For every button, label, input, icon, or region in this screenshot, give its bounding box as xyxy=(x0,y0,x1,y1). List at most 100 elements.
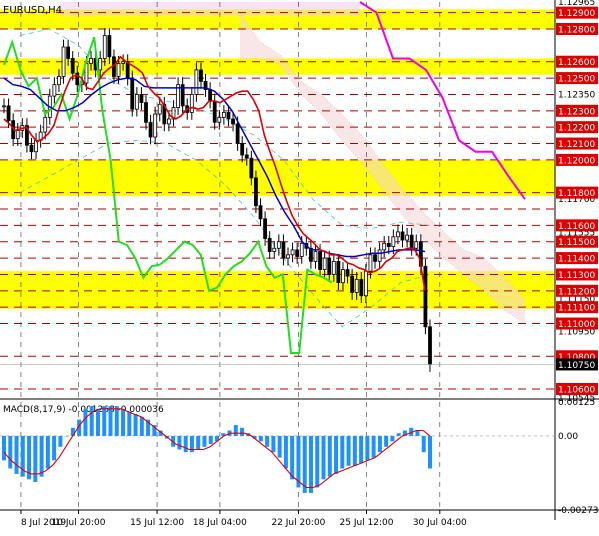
candle-body xyxy=(116,62,121,77)
macd-bar xyxy=(127,411,132,436)
candle-body xyxy=(409,234,414,249)
macd-bar xyxy=(346,435,351,466)
candle-body xyxy=(359,278,364,297)
candle-body xyxy=(15,130,20,140)
macd-bar xyxy=(334,435,339,474)
candle-body xyxy=(382,242,387,251)
macd-bar xyxy=(202,435,207,447)
candle-body xyxy=(286,254,290,259)
time-tick-label: 10 Jul 20:00 xyxy=(52,518,106,528)
candle-body xyxy=(276,241,281,249)
candle-body xyxy=(144,102,148,123)
macd-bar xyxy=(302,435,307,493)
candle-body xyxy=(98,58,103,71)
candle-body xyxy=(107,35,112,58)
price-level-label: 1.12000 xyxy=(558,156,595,166)
candle-body xyxy=(226,112,231,120)
time-tick-label: 18 Jul 04:00 xyxy=(193,518,247,528)
current-price-label: 1.10750 xyxy=(558,361,595,371)
macd-bar xyxy=(421,435,426,453)
candle-body xyxy=(52,84,57,97)
candle-body xyxy=(400,231,405,241)
candle-body xyxy=(341,269,345,284)
price-level-label: 1.11400 xyxy=(558,255,595,265)
candle-body xyxy=(396,231,400,238)
price-level-label: 1.11500 xyxy=(558,238,595,248)
candle-body xyxy=(6,105,11,122)
candle-body xyxy=(102,35,107,59)
candle-body xyxy=(299,242,304,257)
macd-bar xyxy=(277,435,282,458)
candle-body xyxy=(386,242,391,248)
macd-bar xyxy=(177,435,182,450)
macd-bar xyxy=(114,406,119,436)
candle-body xyxy=(363,270,368,297)
time-tick-label: 25 Jul 12:00 xyxy=(340,518,394,528)
time-tick-label: 15 Jul 12:00 xyxy=(130,518,184,528)
price-tick-label: 1.12350 xyxy=(558,90,595,100)
macd-bar xyxy=(89,406,94,436)
macd-bar xyxy=(233,425,238,436)
candle-body xyxy=(391,236,396,248)
price-level-label: 1.12200 xyxy=(558,124,595,134)
candle-body xyxy=(212,100,217,123)
macd-bar xyxy=(39,435,44,477)
candle-body xyxy=(327,257,332,275)
candle-body xyxy=(121,61,125,64)
macd-bar xyxy=(33,435,38,483)
candle-body xyxy=(134,94,139,110)
macd-tick-label: 0.00 xyxy=(558,432,578,442)
macd-bar xyxy=(258,435,263,442)
candle-body xyxy=(244,154,249,159)
macd-bar xyxy=(321,435,326,480)
candle-body xyxy=(290,249,295,256)
macd-bar xyxy=(283,435,288,469)
macd-bar xyxy=(58,435,63,447)
macd-bar xyxy=(308,435,313,493)
candle-body xyxy=(217,116,222,123)
macd-bar xyxy=(352,435,357,466)
candle-body xyxy=(258,205,263,220)
candle-body xyxy=(153,113,158,138)
candle-body xyxy=(61,46,66,77)
macd-bar xyxy=(52,435,57,461)
candle-body xyxy=(66,46,71,59)
time-tick-label: 22 Jul 20:00 xyxy=(271,518,325,528)
macd-bar xyxy=(196,435,201,450)
macd-bar xyxy=(121,408,126,436)
candle-body xyxy=(189,94,194,113)
chart-root: 1.12965 1.12350 1.11760 1.11555 1.11150 1.109… xyxy=(0,0,599,532)
candle-body xyxy=(267,238,272,252)
price-level-label: 1.11800 xyxy=(558,189,595,199)
candle-body xyxy=(139,94,144,104)
candle-body xyxy=(405,234,409,241)
price-level-label: 1.12300 xyxy=(558,107,595,117)
macd-bar xyxy=(390,435,395,442)
price-level-label: 1.11600 xyxy=(558,222,595,232)
macd-bar xyxy=(271,435,276,453)
price-level-label: 1.12800 xyxy=(558,26,595,36)
chart-title: EURUSD,H4 xyxy=(3,5,62,16)
candle-body xyxy=(194,69,199,95)
candle-body xyxy=(235,123,240,144)
macd-bar xyxy=(83,408,88,436)
macd-tick-label: -0.00273 xyxy=(558,506,598,516)
support-band xyxy=(0,159,555,196)
candle-body xyxy=(331,260,336,275)
candle-body xyxy=(157,103,162,115)
candle-body xyxy=(2,105,6,108)
macd-bar xyxy=(2,435,6,461)
macd-bar xyxy=(64,435,69,437)
candle-body xyxy=(377,249,382,262)
candle-body xyxy=(167,118,171,125)
chart-svg: 1.129651.123501.117601.115551.111501.109… xyxy=(0,0,599,532)
candle-body xyxy=(208,89,213,102)
candle-body xyxy=(199,69,203,82)
candle-body xyxy=(254,177,258,207)
candle-body xyxy=(231,118,235,125)
macd-bar xyxy=(371,435,376,458)
time-tick-label: 30 Jul 04:00 xyxy=(413,518,467,528)
candle-body xyxy=(221,112,226,118)
price-level-label: 1.11200 xyxy=(558,287,595,297)
macd-bar xyxy=(396,433,401,436)
